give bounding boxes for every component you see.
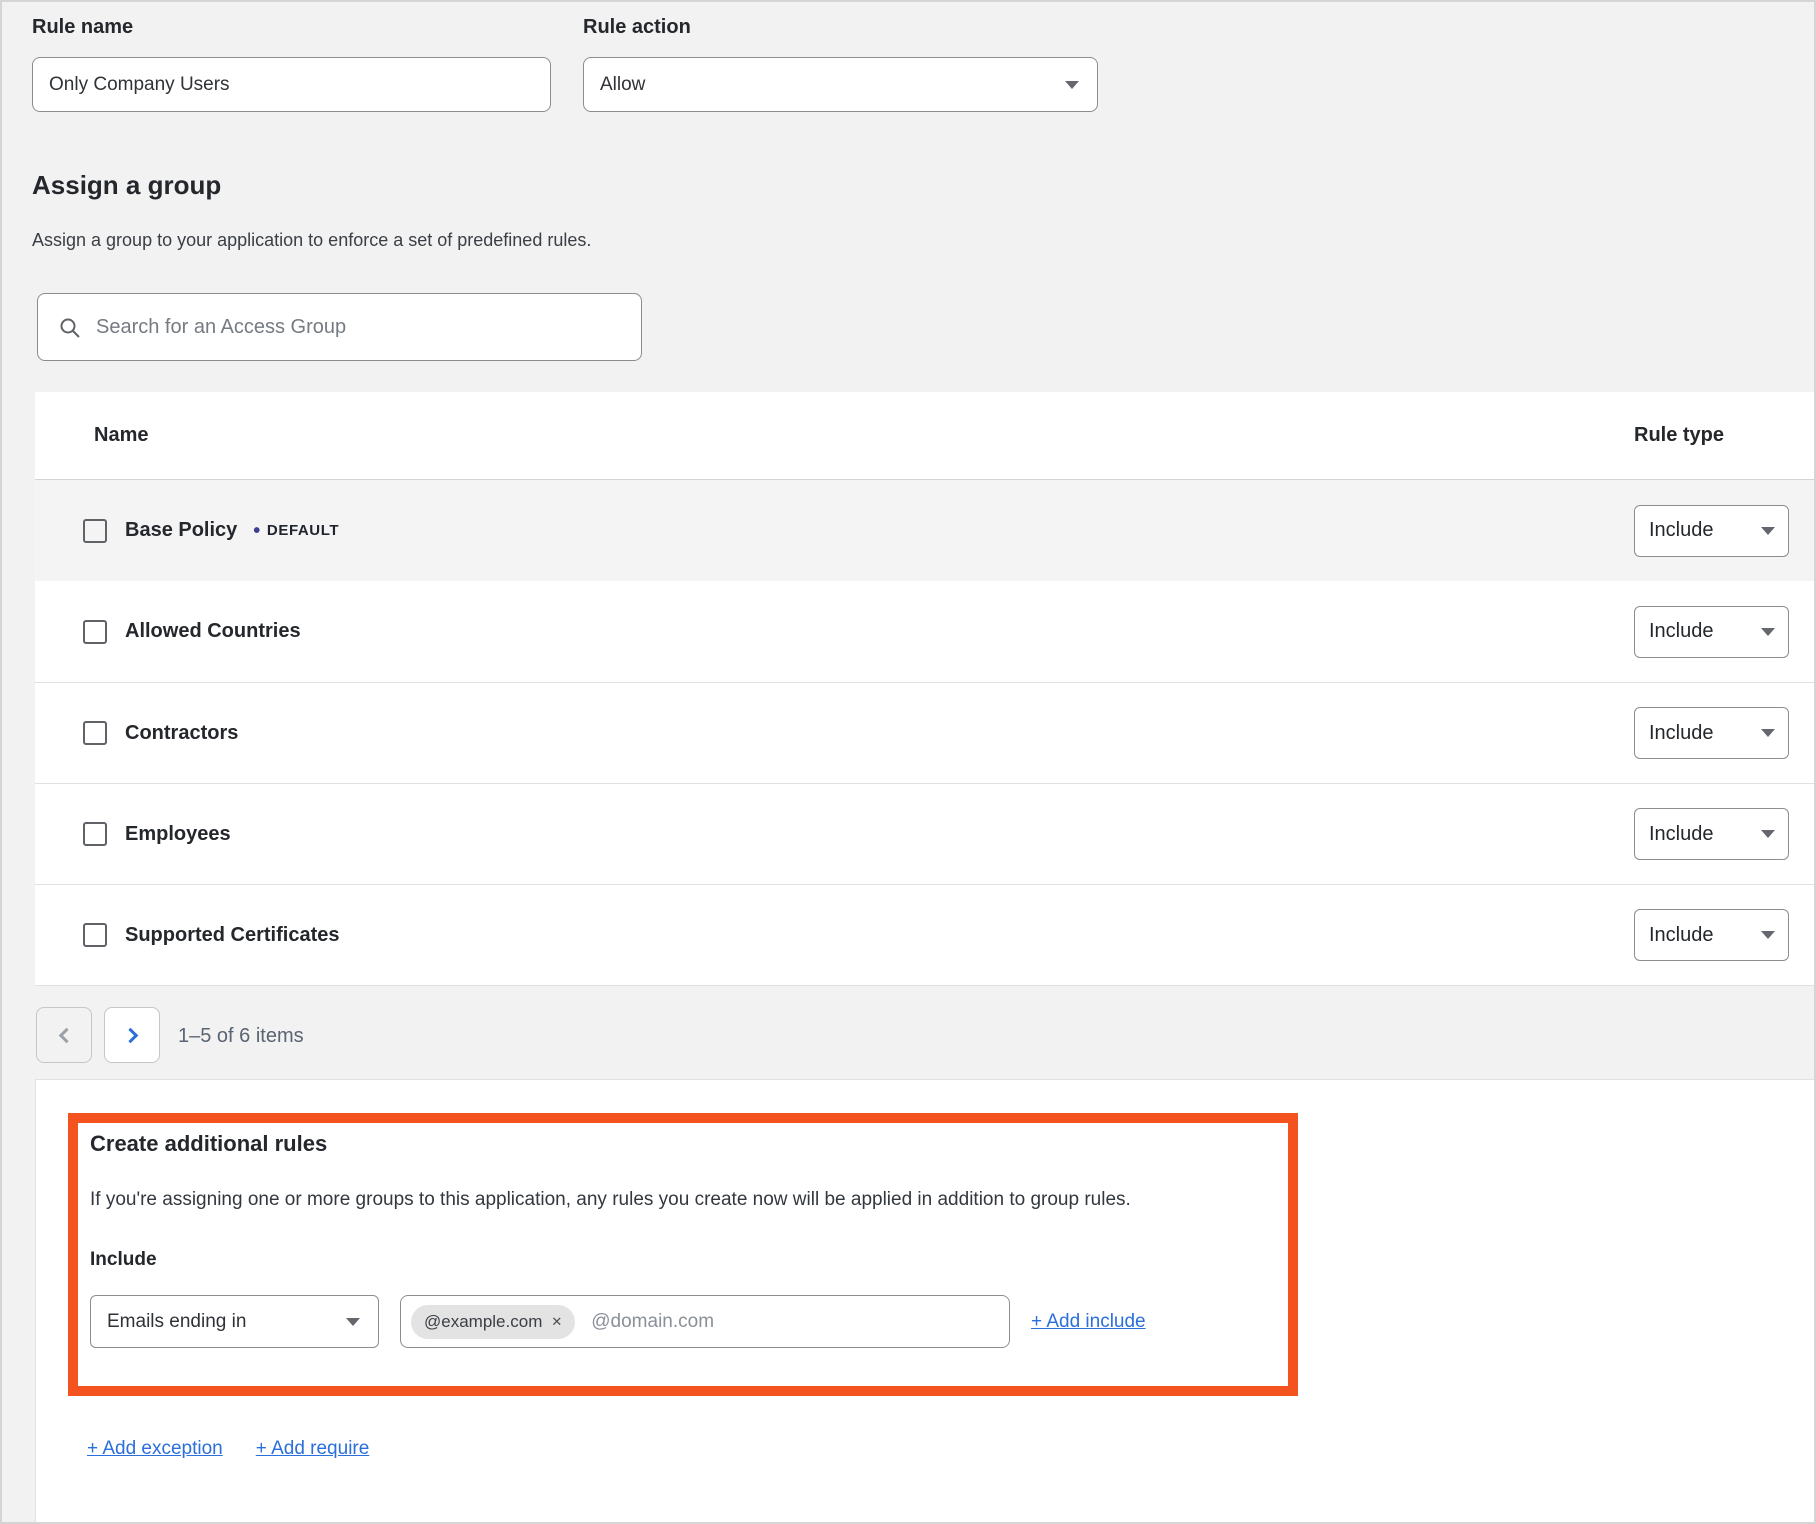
chevron-down-icon: [1761, 628, 1775, 636]
include-label: Include: [90, 1249, 1288, 1271]
column-header-name: Name: [94, 424, 148, 447]
rule-selector-value: Emails ending in: [107, 1311, 246, 1333]
chevron-down-icon: [1065, 81, 1079, 89]
pagination-label: 1–5 of 6 items: [178, 1025, 304, 1048]
table-row: Supported Certificates Include: [35, 884, 1815, 985]
chevron-down-icon: [1761, 729, 1775, 737]
chevron-right-icon: [122, 1027, 138, 1043]
access-group-search-wrap: [37, 293, 642, 361]
badge-dot-icon: •: [253, 521, 261, 541]
additional-rules-heading: Create additional rules: [90, 1131, 1288, 1157]
chevron-down-icon: [1761, 931, 1775, 939]
chevron-down-icon: [1761, 830, 1775, 838]
group-name: Base Policy: [125, 519, 237, 542]
row-checkbox[interactable]: [83, 822, 107, 846]
rule-name-field-wrap: [32, 57, 551, 112]
rule-selector-select[interactable]: Emails ending in: [90, 1295, 379, 1348]
table-row: Contractors Include: [35, 682, 1815, 783]
access-groups-table: Name Rule type Base Policy •DEFAULT Incl…: [35, 392, 1815, 986]
assign-group-description: Assign a group to your application to en…: [32, 230, 591, 251]
rule-type-select[interactable]: Include: [1634, 606, 1789, 658]
additional-rules-description: If you're assigning one or more groups t…: [90, 1189, 1288, 1211]
rule-name-input[interactable]: [33, 58, 550, 111]
rule-name-label: Rule name: [32, 16, 133, 39]
rule-type-select[interactable]: Include: [1634, 808, 1789, 860]
remove-tag-icon[interactable]: ✕: [551, 1314, 562, 1330]
prev-page-button[interactable]: [36, 1007, 92, 1063]
add-require-link[interactable]: + Add require: [256, 1438, 370, 1460]
add-exception-link[interactable]: + Add exception: [87, 1438, 223, 1460]
rule-action-select[interactable]: Allow: [583, 57, 1098, 112]
rule-type-select[interactable]: Include: [1634, 707, 1789, 759]
rule-type-select[interactable]: Include: [1634, 505, 1789, 557]
column-header-rule-type: Rule type: [1634, 424, 1724, 447]
search-icon: [58, 316, 82, 340]
table-row: Base Policy •DEFAULT Include: [35, 480, 1815, 581]
rule-type-select[interactable]: Include: [1634, 909, 1789, 961]
chevron-left-icon: [58, 1027, 74, 1043]
group-name: Contractors: [125, 722, 238, 745]
row-checkbox[interactable]: [83, 721, 107, 745]
default-badge: •DEFAULT: [253, 521, 339, 541]
rule-action-value: Allow: [600, 74, 645, 96]
group-name: Supported Certificates: [125, 924, 339, 947]
assign-group-heading: Assign a group: [32, 170, 221, 201]
email-domain-input[interactable]: [585, 1296, 999, 1347]
add-include-link[interactable]: + Add include: [1031, 1311, 1146, 1333]
search-input[interactable]: [38, 294, 641, 360]
group-name: Employees: [125, 823, 231, 846]
row-checkbox[interactable]: [83, 620, 107, 644]
row-checkbox[interactable]: [83, 923, 107, 947]
additional-rules-panel: Create additional rules If you're assign…: [35, 1079, 1815, 1524]
rule-links-row: + Add exception + Add require: [87, 1438, 369, 1460]
next-page-button[interactable]: [104, 1007, 160, 1063]
table-row: Employees Include: [35, 783, 1815, 884]
table-row: Allowed Countries Include: [35, 581, 1815, 682]
email-domains-field[interactable]: @example.com ✕: [400, 1295, 1010, 1348]
group-name: Allowed Countries: [125, 620, 301, 643]
chevron-down-icon: [346, 1318, 360, 1326]
table-header: Name Rule type: [35, 392, 1815, 480]
include-rule-row: Emails ending in @example.com ✕ + Add in…: [90, 1295, 1288, 1348]
email-tag: @example.com ✕: [411, 1305, 575, 1339]
row-checkbox[interactable]: [83, 519, 107, 543]
rule-action-label: Rule action: [583, 16, 691, 39]
highlight-outline: Create additional rules If you're assign…: [68, 1113, 1298, 1396]
access-policy-page: Rule name Rule action Allow Assign a gro…: [0, 0, 1816, 1524]
chevron-down-icon: [1761, 527, 1775, 535]
